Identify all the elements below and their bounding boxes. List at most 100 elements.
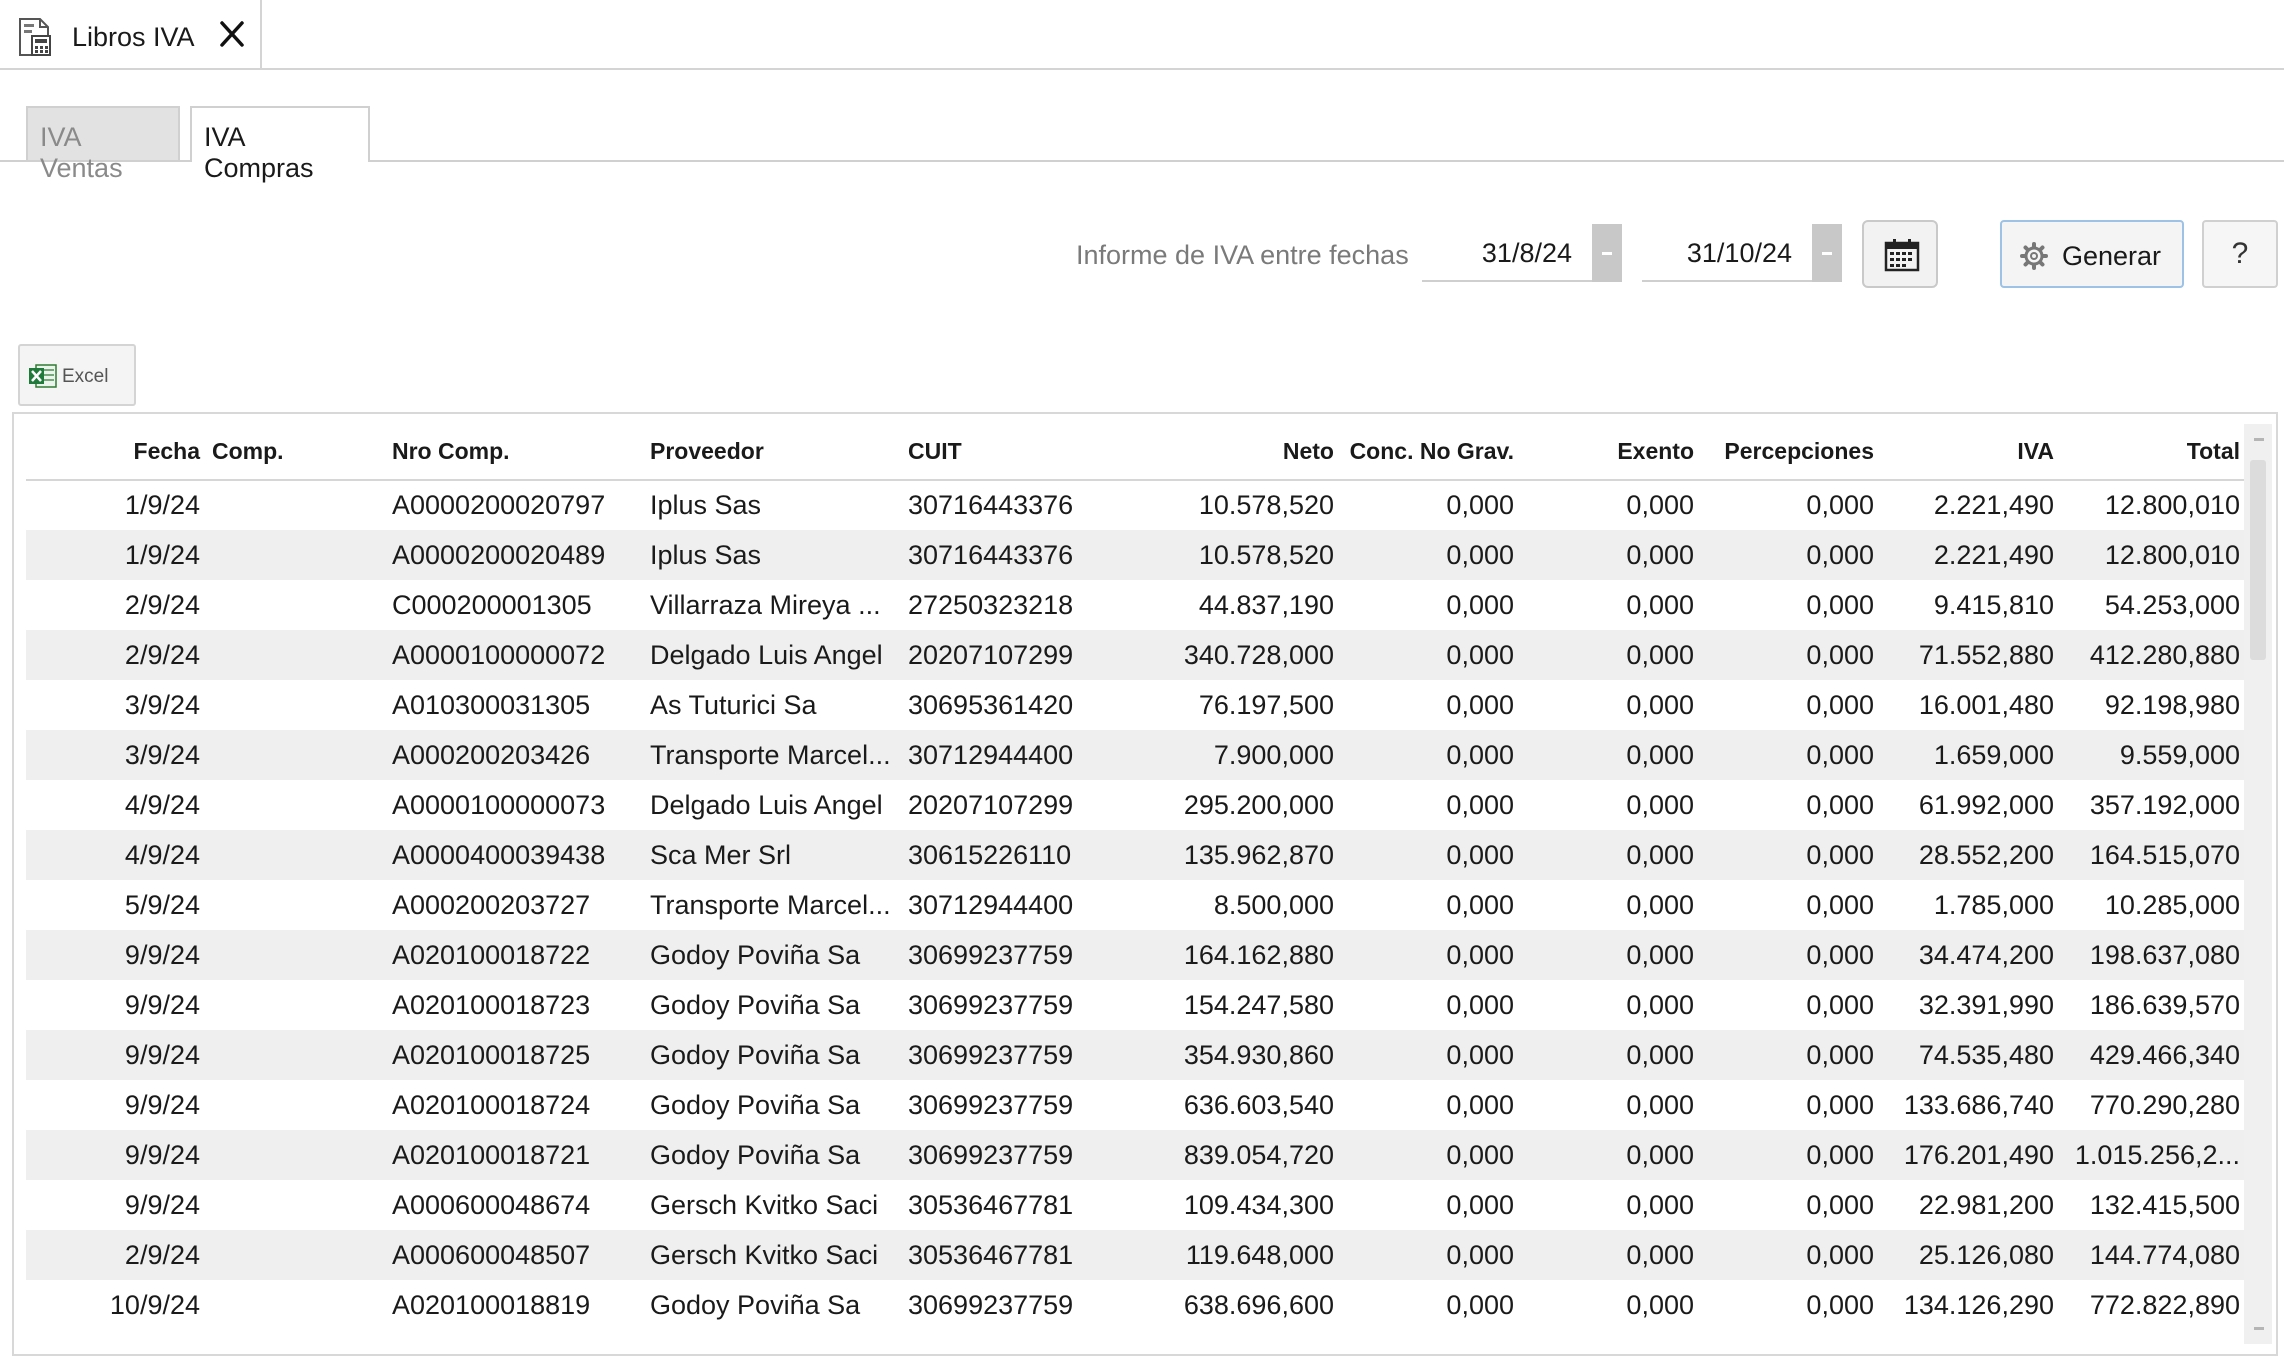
table-row[interactable]: 9/9/24 A020100018721 Godoy Poviña Sa 306992… [26,1130,2246,1180]
cell-percepciones: 0,000 [1700,630,1880,680]
cell-fecha: 2/9/24 [26,1230,206,1280]
cell-neto: 109.434,300 [1183,1189,1334,1220]
excel-export-button[interactable]: Excel [18,344,136,406]
table-row[interactable]: 2/9/24 A0000100000072 Delgado Luis Angel 20… [26,630,2246,680]
cell-percepciones: 0,000 [1700,1030,1880,1080]
cell-exento: 0,000 [1626,989,1694,1020]
date-range-label: Informe de IVA entre fechas [1076,240,1409,270]
cell-nro-comp: A020100018819 [392,1289,591,1320]
cell-proveedor: Delgado Luis Angel [650,789,883,820]
help-button[interactable]: ? [2202,220,2278,288]
cell-iva: 22.981,200 [1918,1189,2054,1220]
cell-conc-no-grav: 0,000 [1340,930,1520,980]
cell-comp [206,480,386,530]
table-row[interactable]: 9/9/24 A020100018724 Godoy Poviña Sa 306992… [26,1080,2246,1130]
cell-percepciones: 0,000 [1806,589,1874,620]
table-row[interactable]: 4/9/24 A0000400039438 Sca Mer Srl 306152261… [26,830,2246,880]
cell-iva: 2.221,490 [1933,490,2054,520]
cell-total: 12.800,010 [2060,530,2246,580]
column-header-conc-no-grav[interactable]: Conc. No Grav. [1340,424,1520,481]
date-from-field[interactable]: 31/8/24 [1422,224,1592,282]
scroll-down-icon[interactable] [2254,1327,2264,1330]
close-icon[interactable] [216,18,248,50]
cell-exento: 0,000 [1626,1089,1694,1120]
cell-exento: 0,000 [1626,789,1694,820]
date-to-field[interactable]: 31/10/24 [1642,224,1812,282]
table-row[interactable]: 9/9/24 A000600048674 Gersch Kvitko Saci 305… [26,1180,2246,1230]
date-to-value: 31/10/24 [1686,238,1792,268]
column-header-exento[interactable]: Exento [1520,424,1700,481]
generate-label: Generar [2062,241,2162,271]
cell-exento: 0,000 [1520,1030,1700,1080]
table-row[interactable]: 9/9/24 A020100018723 Godoy Poviña Sa 306992… [26,980,2246,1030]
gear-icon [2020,242,2048,270]
table-row[interactable]: 3/9/24 A010300031305 As Tuturici Sa 3069536… [26,680,2246,730]
table-row[interactable]: 1/9/24 A0000200020797 Iplus Sas 30716443376… [26,480,2246,530]
scroll-thumb[interactable] [2250,460,2266,660]
column-header-proveedor[interactable]: Proveedor [644,424,902,481]
cell-comp [206,730,386,780]
generate-button[interactable]: Generar [2000,220,2184,288]
column-header-iva[interactable]: IVA [1880,424,2060,481]
cell-percepciones: 0,000 [1806,689,1874,720]
cell-iva: 34.474,200 [1880,930,2060,980]
column-header-nro-comp[interactable]: Nro Comp. [386,424,644,481]
date-from-stepper[interactable] [1592,224,1622,282]
cell-cuit: 30699237759 [908,1289,1074,1320]
cell-conc-no-grav: 0,000 [1340,1230,1520,1280]
column-header-fecha[interactable]: Fecha [26,424,206,481]
calendar-icon [1884,239,1920,272]
column-header-cuit[interactable]: CUIT [902,424,1160,481]
cell-exento: 0,000 [1626,589,1694,620]
table-row[interactable]: 2/9/24 A000600048507 Gersch Kvitko Saci 305… [26,1230,2246,1280]
table-row[interactable]: 4/9/24 A0000100000073 Delgado Luis Angel 20… [26,780,2246,830]
cell-neto: 76.197,500 [1198,689,1334,720]
cell-comp [206,930,386,980]
scroll-up-icon[interactable] [2254,438,2264,441]
vertical-scrollbar[interactable] [2244,424,2272,1344]
cell-nro-comp: A0000100000073 [392,789,606,820]
column-header-neto[interactable]: Neto [1160,424,1340,481]
cell-total: 164.515,070 [2060,830,2246,880]
cell-nro-comp: A020100018722 [386,930,644,980]
table-row[interactable]: 9/9/24 A020100018725 Godoy Poviña Sa 306992… [26,1030,2246,1080]
cell-comp [206,580,386,630]
iva-tabs: IVA Ventas IVA Compras [0,106,2284,183]
cell-nro-comp: A020100018723 [392,989,591,1020]
cell-fecha: 1/9/24 [124,490,200,520]
cell-conc-no-grav: 0,000 [1446,1189,1514,1220]
cell-cuit: 30716443376 [902,530,1160,580]
table-row[interactable]: 10/9/24 A020100018819 Godoy Poviña Sa 30699… [26,1280,2246,1330]
cell-comp [206,630,386,680]
column-header-comp[interactable]: Comp. [206,424,386,481]
table-row[interactable]: 2/9/24 C000200001305 Villarraza Mireya ...… [26,580,2246,630]
cell-neto: 839.054,720 [1160,1130,1340,1180]
table-row[interactable]: 3/9/24 A000200203426 Transporte Marcel... 3… [26,730,2246,780]
table-row[interactable]: 5/9/24 A000200203727 Transporte Marcel... 3… [26,880,2246,930]
cell-comp [206,1080,386,1130]
cell-total: 198.637,080 [2060,930,2246,980]
cell-exento: 0,000 [1626,1289,1694,1320]
tab-iva-compras[interactable]: IVA Compras [190,106,370,183]
calendar-button[interactable] [1862,220,1938,288]
tab-iva-ventas[interactable]: IVA Ventas [26,106,180,183]
cell-iva: 1.659,000 [1880,730,2060,780]
table-row[interactable]: 9/9/24 A020100018722 Godoy Poviña Sa 306992… [26,930,2246,980]
cell-conc-no-grav: 0,000 [1446,1289,1514,1320]
cell-total: 92.198,980 [2104,689,2240,720]
column-header-percepciones[interactable]: Percepciones [1700,424,1880,481]
cell-percepciones: 0,000 [1700,830,1880,880]
cell-exento: 0,000 [1520,830,1700,880]
cell-fecha: 1/9/24 [26,530,206,580]
window-tab-libros-iva[interactable]: Libros IVA [0,0,262,68]
cell-iva: 16.001,480 [1918,689,2054,720]
cell-proveedor: Iplus Sas [650,490,762,520]
cell-fecha: 9/9/24 [124,1189,200,1220]
date-to-stepper[interactable] [1812,224,1842,282]
cell-exento: 0,000 [1626,689,1694,720]
cell-comp [206,1130,386,1180]
cell-proveedor: Gersch Kvitko Saci [650,1189,879,1220]
cell-proveedor: As Tuturici Sa [650,689,817,720]
table-row[interactable]: 1/9/24 A0000200020489 Iplus Sas 30716443376… [26,530,2246,580]
column-header-total[interactable]: Total [2060,424,2246,481]
